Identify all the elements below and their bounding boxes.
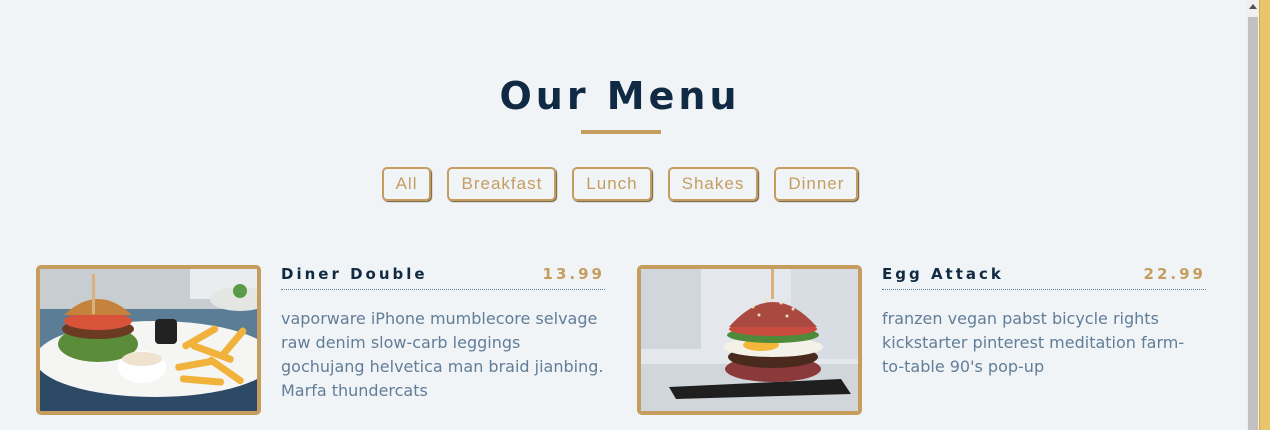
menu-item-price: 22.99 [1143,265,1206,283]
menu-item: Egg Attack 22.99 franzen vegan pabst bic… [637,265,1207,415]
menu-item-info: Diner Double 13.99 vaporware iPhone mumb… [281,265,605,419]
menu-item-description: franzen vegan pabst bicycle rights kicks… [882,309,1185,376]
page-title: Our Menu [499,74,741,118]
menu-item-price: 13.99 [542,265,605,283]
filter-button-dinner[interactable]: Dinner [774,167,859,201]
scroll-up-arrow-icon[interactable] [1249,4,1257,9]
filter-button-breakfast[interactable]: Breakfast [447,167,557,201]
filter-button-lunch[interactable]: Lunch [572,167,652,201]
menu-item-header: Egg Attack 22.99 [882,265,1206,290]
scrollbar-thumb[interactable] [1248,17,1258,430]
window-edge [1259,0,1270,430]
filter-button-all[interactable]: All [381,167,432,201]
filter-button-shakes[interactable]: Shakes [667,167,759,201]
menu-item-info: Egg Attack 22.99 franzen vegan pabst bic… [882,265,1206,395]
burger-with-fries-photo [36,265,261,415]
menu-item: Diner Double 13.99 vaporware iPhone mumb… [36,265,606,415]
vertical-scrollbar[interactable] [1246,0,1260,430]
menu-item-name: Egg Attack [882,265,1004,283]
menu-item-name: Diner Double [281,265,428,283]
egg-burger-photo [637,265,862,415]
menu-page: Our Menu All Breakfast Lunch Shakes Dinn… [0,0,1246,430]
menu-item-header: Diner Double 13.99 [281,265,605,290]
filter-button-group: All Breakfast Lunch Shakes Dinner [0,167,1240,201]
menu-item-description: vaporware iPhone mumblecore selvage raw … [281,309,604,400]
title-underline [581,130,661,134]
